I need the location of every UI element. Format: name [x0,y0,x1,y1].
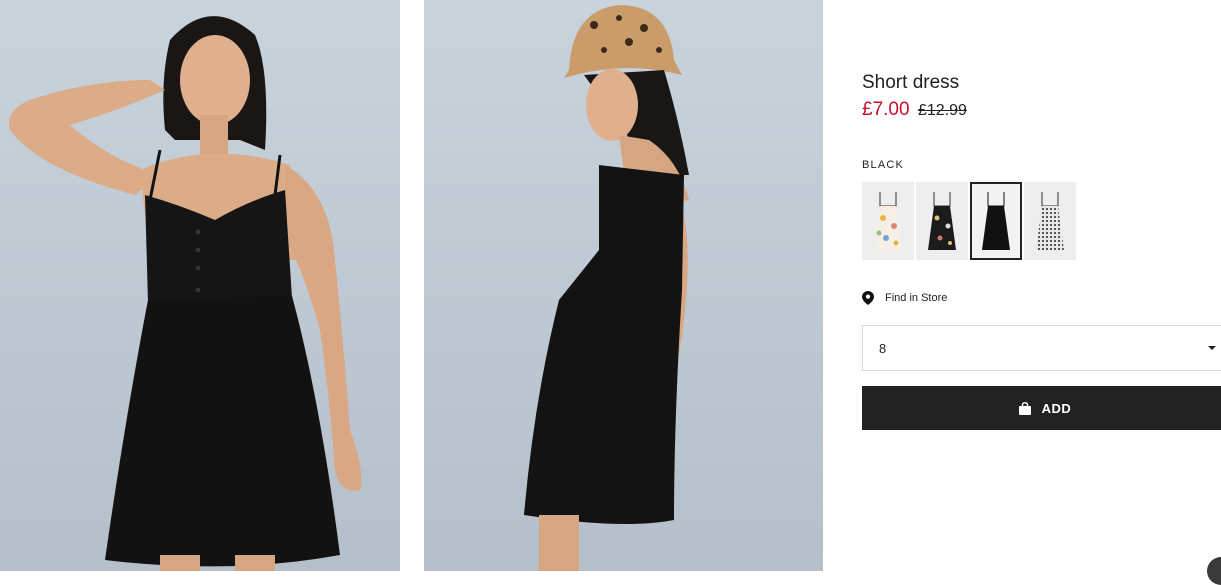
color-swatches [862,182,1076,260]
find-in-store-label: Find in Store [885,292,948,304]
sale-price: £7.00 [862,99,910,120]
product-info: Short dress £7.00 £12.99 BLACK Find in S… [862,0,1221,585]
find-in-store-link[interactable]: Find in Store [862,291,947,305]
dress-thumbnail [928,192,956,250]
swatch-gingham[interactable] [1024,182,1076,260]
product-title: Short dress [862,72,960,93]
selected-color-label: BLACK [862,159,905,171]
shopping-bag-icon [1018,401,1031,415]
dress-thumbnail [982,192,1010,250]
model-side-illustration [524,5,689,571]
original-price: £12.99 [918,102,967,119]
model-front-illustration [9,16,362,571]
swatch-floral-white[interactable] [862,182,914,260]
location-pin-icon [862,291,874,305]
swatch-black[interactable] [970,182,1022,260]
price-row: £7.00 £12.99 [862,99,967,121]
dress-thumbnail [1036,192,1064,250]
dress-thumbnail [874,192,902,250]
swatch-floral-black[interactable] [916,182,968,260]
size-select[interactable]: 8 [862,325,1221,371]
product-image-front[interactable] [0,0,400,571]
caret-down-icon [1208,346,1216,350]
add-to-bag-button[interactable]: ADD [862,386,1221,430]
chat-bubble-icon[interactable] [1207,557,1221,585]
size-select-value: 8 [879,340,887,356]
add-button-label: ADD [1041,400,1072,416]
product-image-side[interactable] [424,0,823,571]
